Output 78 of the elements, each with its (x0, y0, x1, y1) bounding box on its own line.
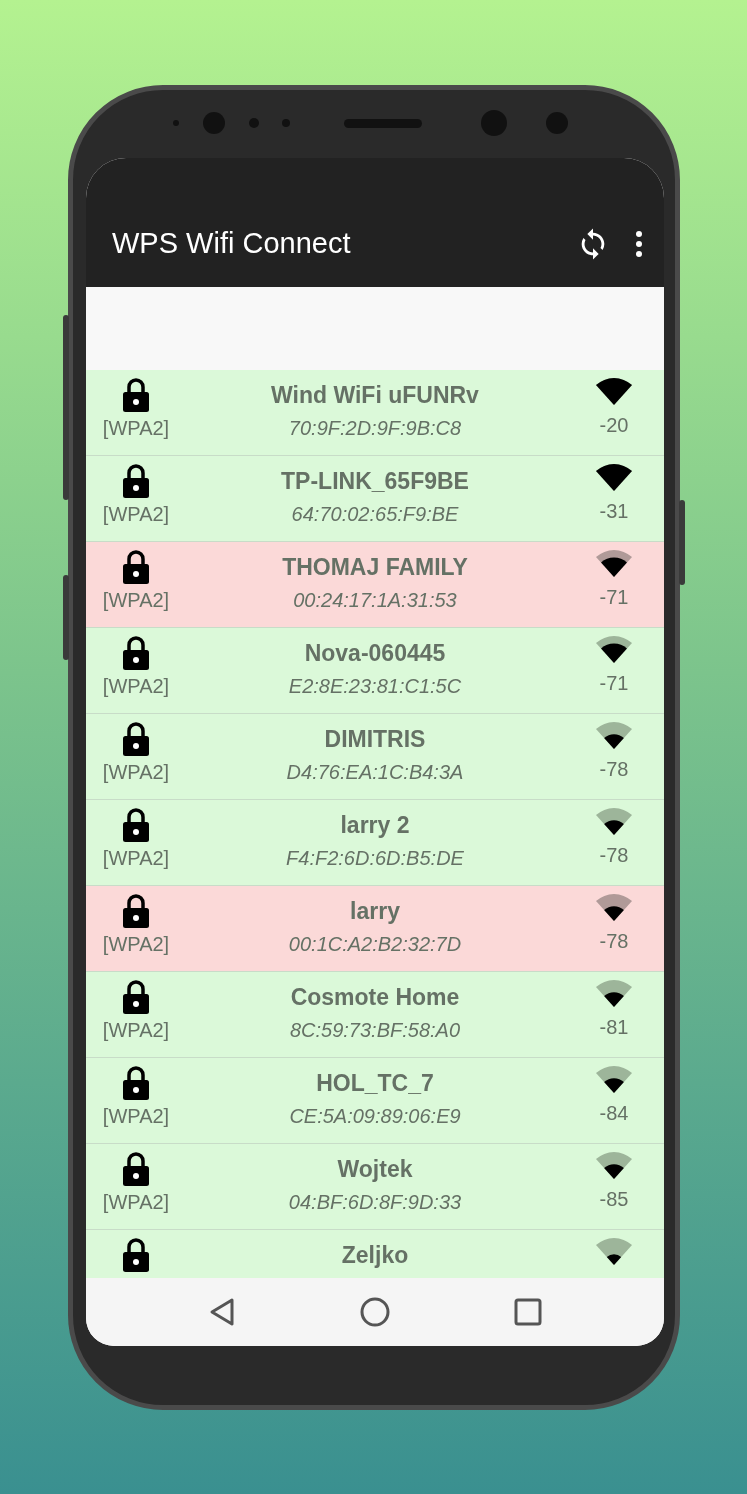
wifi-signal-icon (596, 894, 632, 921)
security-label: [WPA2] (102, 1190, 170, 1215)
network-row[interactable]: [WPA2] Wind WiFi uFUNRv 70:9F:2D:9F:9B:C8 -20 (86, 370, 664, 456)
wifi-signal-icon (596, 722, 632, 749)
lock-icon (122, 980, 150, 1014)
network-row[interactable]: [WPA2] Wojtek 04:BF:6D:8F:9D:33 -85 (86, 1144, 664, 1230)
network-row[interactable]: [WPA2] Nova-060445 E2:8E:23:81:C1:5C -71 (86, 628, 664, 714)
lock-icon (122, 808, 150, 842)
more-menu-icon[interactable] (634, 228, 644, 259)
signal-strength: -71 (599, 671, 629, 696)
network-name: Zeljko (341, 1241, 409, 1270)
network-row[interactable]: Zeljko (86, 1230, 664, 1278)
security-label: [WPA2] (102, 1104, 170, 1129)
security-label: [WPA2] (102, 846, 170, 871)
signal-strength: -31 (599, 499, 629, 524)
wifi-signal-icon (596, 464, 632, 491)
security-label: [WPA2] (102, 588, 170, 613)
home-icon[interactable] (359, 1296, 391, 1328)
network-name: Cosmote Home (290, 983, 460, 1012)
signal-strength: -20 (599, 413, 629, 438)
lock-icon (122, 378, 150, 412)
signal-strength: -71 (599, 585, 629, 610)
network-name: THOMAJ FAMILY (282, 553, 468, 582)
signal-strength: -78 (599, 843, 629, 868)
lock-icon (122, 636, 150, 670)
mac-address: 04:BF:6D:8F:9D:33 (288, 1190, 462, 1215)
network-name: HOL_TC_7 (316, 1069, 434, 1098)
lock-icon (122, 550, 150, 584)
security-label: [WPA2] (102, 502, 170, 527)
network-row[interactable]: [WPA2] larry 2 F4:F2:6D:6D:B5:DE -78 (86, 800, 664, 886)
signal-strength: -81 (599, 1015, 629, 1040)
wifi-signal-icon (596, 980, 632, 1007)
network-row[interactable]: [WPA2] larry 00:1C:A2:B2:32:7D -78 (86, 886, 664, 972)
wifi-signal-icon (596, 1238, 632, 1265)
wifi-signal-icon (596, 1066, 632, 1093)
security-label: [WPA2] (102, 760, 170, 785)
wifi-signal-icon (596, 1152, 632, 1179)
network-name: Wojtek (337, 1155, 413, 1184)
mac-address: 00:1C:A2:B2:32:7D (288, 932, 462, 957)
lock-icon (122, 464, 150, 498)
security-label: [WPA2] (102, 416, 170, 441)
mac-address: F4:F2:6D:6D:B5:DE (286, 846, 464, 871)
wifi-signal-icon (596, 636, 632, 663)
network-name: larry (350, 897, 400, 926)
network-row[interactable]: [WPA2] DIMITRIS D4:76:EA:1C:B4:3A -78 (86, 714, 664, 800)
wifi-signal-icon (596, 808, 632, 835)
network-row[interactable]: [WPA2] HOL_TC_7 CE:5A:09:89:06:E9 -84 (86, 1058, 664, 1144)
network-name: Nova-060445 (304, 639, 446, 668)
lock-icon (122, 1238, 150, 1272)
lock-icon (122, 1066, 150, 1100)
network-name: Wind WiFi uFUNRv (271, 381, 479, 410)
mac-address: E2:8E:23:81:C1:5C (288, 674, 462, 699)
mac-address: 8C:59:73:BF:58:A0 (289, 1018, 461, 1043)
signal-strength: -78 (599, 929, 629, 954)
lock-icon (122, 1152, 150, 1186)
app-title: WPS Wifi Connect (112, 226, 352, 261)
security-label: [WPA2] (102, 932, 170, 957)
wifi-signal-icon (596, 550, 632, 577)
mac-address: D4:76:EA:1C:B4:3A (286, 760, 464, 785)
lock-icon (122, 894, 150, 928)
wifi-signal-icon (596, 378, 632, 405)
mac-address: CE:5A:09:89:06:E9 (289, 1104, 461, 1129)
network-name: TP-LINK_65F9BE (281, 467, 469, 496)
network-row[interactable]: [WPA2] THOMAJ FAMILY 00:24:17:1A:31:53 -71 (86, 542, 664, 628)
mac-address: 70:9F:2D:9F:9B:C8 (288, 416, 462, 441)
mac-address: 00:24:17:1A:31:53 (293, 588, 457, 613)
security-label: [WPA2] (102, 674, 170, 699)
signal-strength: -85 (599, 1187, 629, 1212)
recents-icon[interactable] (514, 1298, 543, 1326)
network-row[interactable]: [WPA2] Cosmote Home 8C:59:73:BF:58:A0 -81 (86, 972, 664, 1058)
signal-strength: -84 (599, 1101, 629, 1126)
lock-icon (122, 722, 150, 756)
network-name: larry 2 (340, 811, 410, 840)
network-name: DIMITRIS (324, 725, 426, 754)
security-label: [WPA2] (102, 1018, 170, 1043)
mac-address: 64:70:02:65:F9:BE (291, 502, 459, 527)
network-row[interactable]: [WPA2] TP-LINK_65F9BE 64:70:02:65:F9:BE -31 (86, 456, 664, 542)
signal-strength: -78 (599, 757, 629, 782)
